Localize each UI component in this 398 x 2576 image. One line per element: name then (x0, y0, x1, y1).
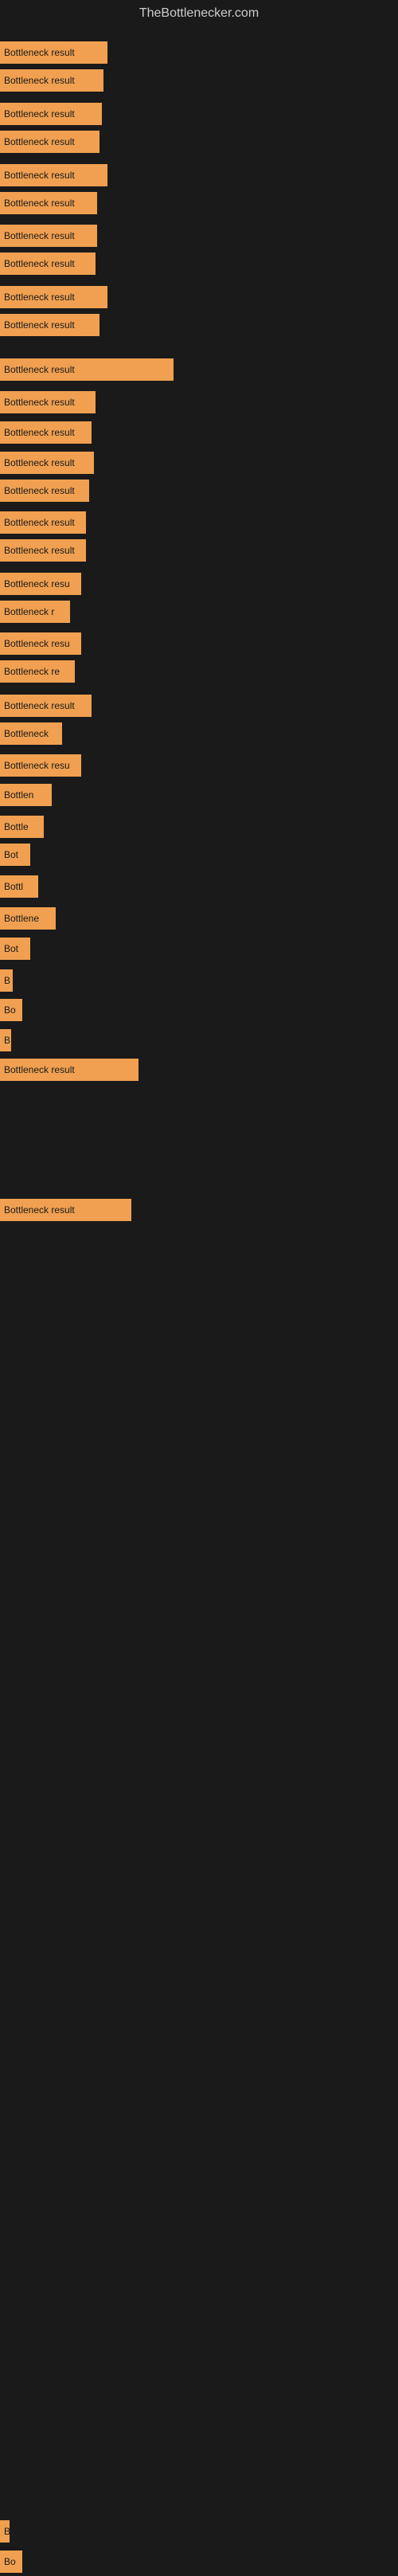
bottleneck-bar: Bottlene (0, 907, 56, 930)
bottleneck-bar: Bottleneck result (0, 391, 96, 413)
bottleneck-bar: Bo (0, 2551, 22, 2573)
bar-row: Bottleneck result (0, 421, 92, 444)
bottleneck-bar: Bottlen (0, 784, 52, 806)
bottleneck-bar: Bottl (0, 875, 38, 898)
bar-row: Bottleneck result (0, 131, 100, 153)
bar-row: Bottleneck result (0, 391, 96, 413)
bottleneck-bar: Bottleneck resu (0, 754, 81, 777)
bottleneck-bar: Bottleneck result (0, 1059, 139, 1081)
bar-row: Bottleneck result (0, 225, 97, 247)
bar-row: Bottleneck result (0, 253, 96, 275)
bottleneck-bar: Bottleneck result (0, 695, 92, 717)
bar-row: Bottleneck result (0, 286, 107, 308)
bar-row: Bottleneck result (0, 480, 89, 502)
bar-row: Bottleneck result (0, 164, 107, 186)
bottleneck-bar: Bottleneck result (0, 69, 103, 92)
bar-row: Bottlen (0, 784, 52, 806)
bottleneck-bar: Bot (0, 938, 30, 960)
bottleneck-bar: Bottleneck result (0, 511, 86, 534)
bottleneck-bar: Bottleneck result (0, 1199, 131, 1221)
bar-row: Bottle (0, 816, 44, 838)
bottleneck-bar: Bottleneck result (0, 314, 100, 336)
bar-row: Bo (0, 2551, 22, 2573)
bottleneck-bar: Bottleneck result (0, 225, 97, 247)
bar-row: Bottleneck result (0, 1199, 131, 1221)
bar-row: Bottleneck result (0, 695, 92, 717)
bottleneck-bar: Bottleneck result (0, 452, 94, 474)
bar-row: B (0, 969, 13, 992)
bar-row: Bottl (0, 875, 38, 898)
bottleneck-bar: Bottleneck r (0, 601, 70, 623)
bars-container: Bottleneck result Bottleneck result Bottle… (0, 27, 398, 2576)
bottleneck-bar: Bottleneck re (0, 660, 75, 683)
bar-row: Bottleneck r (0, 601, 70, 623)
bar-row: Bottleneck result (0, 192, 97, 214)
bar-row: Bottleneck result (0, 511, 86, 534)
bar-row: Bottlene (0, 907, 56, 930)
bottleneck-bar: Bottle (0, 816, 44, 838)
bar-row: Bottleneck result (0, 539, 86, 562)
bar-row: Bo (0, 999, 22, 1021)
bar-row: Bottleneck resu (0, 573, 81, 595)
bar-row: B (0, 2520, 10, 2543)
bottleneck-bar: Bottleneck result (0, 164, 107, 186)
bar-row: Bottleneck resu (0, 632, 81, 655)
bar-row: Bot (0, 938, 30, 960)
bottleneck-bar: Bot (0, 844, 30, 866)
bottleneck-bar: Bottleneck result (0, 421, 92, 444)
bar-row: Bottleneck result (0, 314, 100, 336)
bottleneck-bar: Bottleneck result (0, 41, 107, 64)
bar-row: Bottleneck result (0, 452, 94, 474)
bottleneck-bar: Bottleneck result (0, 480, 89, 502)
bar-row: Bottleneck resu (0, 754, 81, 777)
bar-row: Bottleneck result (0, 41, 107, 64)
bar-row: Bottleneck (0, 722, 62, 745)
bar-row: Bottleneck re (0, 660, 75, 683)
bar-row: Bottleneck result (0, 103, 102, 125)
bottleneck-bar: Bottleneck result (0, 131, 100, 153)
bottleneck-bar: Bo (0, 999, 22, 1021)
bar-row: Bottleneck result (0, 69, 103, 92)
bottleneck-bar: B (0, 2520, 10, 2543)
bottleneck-bar: Bottleneck (0, 722, 62, 745)
bottleneck-bar: Bottleneck result (0, 103, 102, 125)
bar-row: B (0, 1029, 11, 1051)
bar-row: Bottleneck result (0, 1059, 139, 1081)
bottleneck-bar: B (0, 969, 13, 992)
bottleneck-bar: Bottleneck resu (0, 573, 81, 595)
bar-row: Bottleneck result (0, 358, 174, 381)
bottleneck-bar: Bottleneck result (0, 192, 97, 214)
bottleneck-bar: Bottleneck resu (0, 632, 81, 655)
bottleneck-bar: Bottleneck result (0, 539, 86, 562)
bottleneck-bar: Bottleneck result (0, 358, 174, 381)
bottleneck-bar: B (0, 1029, 11, 1051)
bar-row: Bot (0, 844, 30, 866)
site-title: TheBottlenecker.com (0, 0, 398, 27)
bottleneck-bar: Bottleneck result (0, 253, 96, 275)
bottleneck-bar: Bottleneck result (0, 286, 107, 308)
